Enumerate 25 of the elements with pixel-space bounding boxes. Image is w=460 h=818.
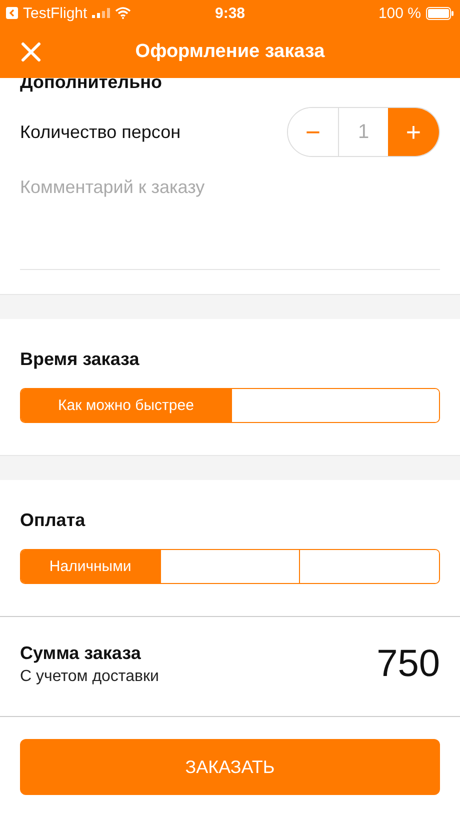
total-amount: 750 xyxy=(376,643,440,686)
signal-icon xyxy=(92,8,110,18)
quantity-value: 1 xyxy=(356,120,370,144)
comment-field[interactable]: Комментарий к заказу xyxy=(20,177,440,270)
decrement-button[interactable]: − xyxy=(288,108,339,156)
section-heading: Дополнительно xyxy=(20,72,164,93)
total-title: Сумма заказа xyxy=(20,643,142,664)
close-icon[interactable] xyxy=(21,42,41,62)
segment-option[interactable]: Наличными xyxy=(21,550,160,583)
increment-button[interactable]: + xyxy=(388,108,439,156)
wifi-icon xyxy=(115,7,132,19)
segment-option[interactable] xyxy=(299,550,439,583)
segment-option[interactable]: Как можно быстрее xyxy=(21,389,231,422)
screen-title: Оформление заказа xyxy=(135,41,325,63)
total-subtitle: С учетом доставки xyxy=(20,668,159,686)
order-button[interactable]: ЗАКАЗАТЬ xyxy=(20,739,440,795)
battery-icon xyxy=(426,6,454,20)
section-heading: Оплата xyxy=(20,510,86,531)
battery-percent: 100 % xyxy=(378,4,421,22)
persons-label: Количество персон xyxy=(20,122,181,142)
back-icon[interactable] xyxy=(6,7,18,19)
clock-time: 9:38 xyxy=(214,4,246,22)
section-heading: Время заказа xyxy=(20,349,140,370)
segment-option[interactable] xyxy=(231,389,439,422)
back-app-link[interactable]: TestFlight xyxy=(23,4,88,22)
